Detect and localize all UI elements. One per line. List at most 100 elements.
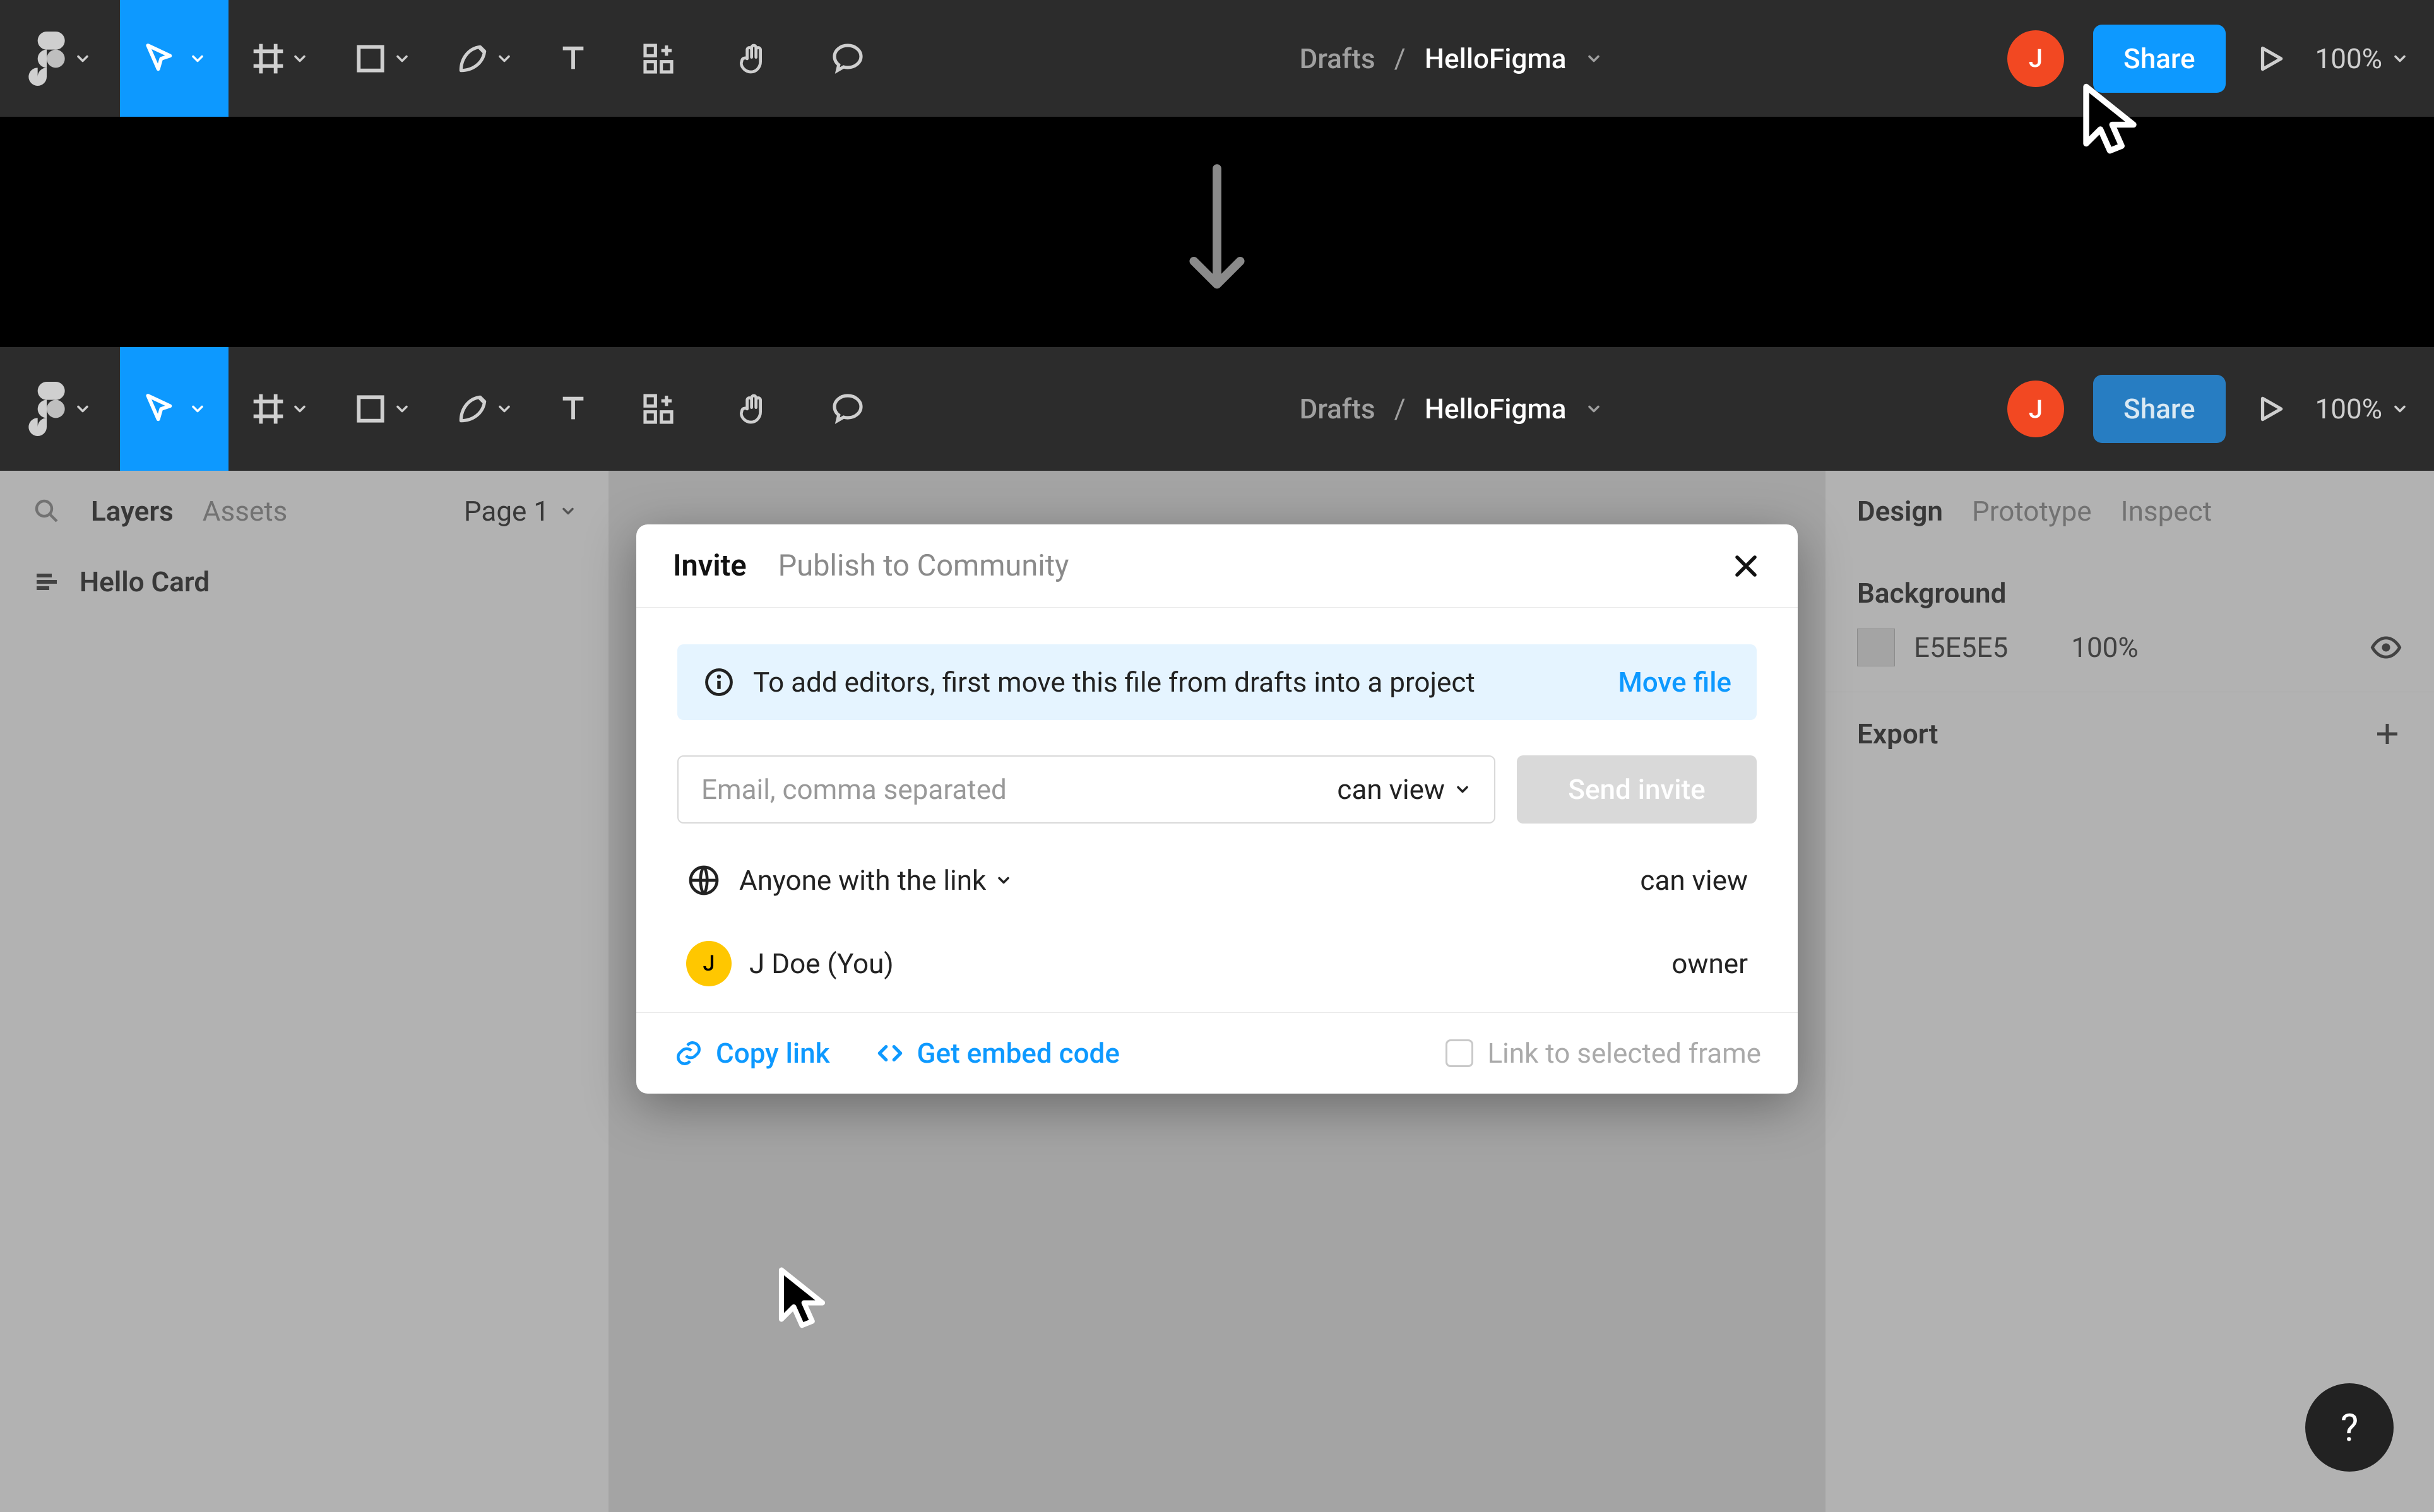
title-breadcrumb[interactable]: Drafts / HelloFigma — [895, 393, 2007, 425]
frame-tool-button[interactable] — [229, 0, 331, 117]
send-invite-button[interactable]: Send invite — [1517, 755, 1757, 824]
anyone-with-link-dropdown[interactable]: Anyone with the link — [739, 864, 1012, 897]
background-hex[interactable]: E5E5E5 — [1914, 631, 2008, 664]
main-menu-button[interactable] — [0, 347, 120, 471]
main-menu-button[interactable] — [0, 0, 120, 117]
shape-tool-button[interactable] — [331, 347, 433, 471]
comment-tool-icon — [830, 391, 865, 427]
invite-permission-dropdown[interactable]: can view — [1337, 773, 1471, 806]
rectangle-tool-icon — [353, 41, 388, 76]
right-panel: Design Prototype Inspect Background E5E5… — [1825, 471, 2434, 1512]
text-tool-button[interactable] — [535, 0, 611, 117]
hand-tool-button[interactable] — [706, 347, 800, 471]
layer-row[interactable]: Hello Card — [0, 552, 608, 612]
resources-button[interactable] — [611, 347, 706, 471]
breadcrumb-parent[interactable]: Drafts — [1300, 393, 1375, 425]
title-breadcrumb[interactable]: Drafts / HelloFigma — [895, 42, 2007, 75]
help-label: ? — [2341, 1405, 2358, 1450]
chevron-down-icon — [393, 400, 411, 418]
zoom-value: 100% — [2315, 42, 2382, 75]
move-tool-icon — [142, 41, 177, 76]
background-opacity[interactable]: 100% — [2071, 631, 2138, 664]
search-icon[interactable] — [32, 496, 62, 526]
modal-close-button[interactable] — [1731, 551, 1761, 581]
present-button[interactable] — [2255, 43, 2286, 74]
page-dropdown[interactable]: Page 1 — [464, 495, 577, 528]
user-avatar[interactable]: J — [2007, 381, 2064, 437]
layer-name: Hello Card — [80, 565, 210, 598]
tab-inspect[interactable]: Inspect — [2121, 495, 2212, 528]
frame-tool-button[interactable] — [229, 347, 331, 471]
email-placeholder: Email, comma separated — [701, 773, 1007, 806]
tab-prototype[interactable]: Prototype — [1972, 495, 2092, 528]
invite-email-input[interactable]: Email, comma separated can view — [677, 755, 1495, 824]
top-toolbar: Drafts / HelloFigma J Share 100% — [0, 0, 2434, 117]
background-section-title: Background — [1857, 577, 2402, 610]
left-panel: Layers Assets Page 1 Hello Card — [0, 471, 609, 1512]
owner-row: J J Doe (You) owner — [677, 937, 1757, 990]
chevron-down-icon — [291, 400, 309, 418]
get-embed-button[interactable]: Get embed code — [874, 1037, 1120, 1070]
chevron-down-icon[interactable] — [1585, 400, 1603, 418]
chevron-down-icon[interactable] — [1585, 50, 1603, 68]
chevron-down-icon — [74, 50, 92, 68]
zoom-dropdown[interactable]: 100% — [2315, 393, 2409, 425]
text-tool-icon — [555, 391, 591, 427]
breadcrumb-separator: / — [1394, 393, 1406, 425]
copy-link-button[interactable]: Copy link — [673, 1037, 830, 1070]
shape-tool-button[interactable] — [331, 0, 433, 117]
chevron-down-icon — [496, 400, 513, 418]
hand-tool-icon — [735, 41, 771, 76]
link-icon — [673, 1037, 704, 1069]
move-file-link[interactable]: Move file — [1618, 666, 1731, 699]
breadcrumb-filename[interactable]: HelloFigma — [1425, 393, 1567, 425]
move-tool-button[interactable] — [120, 347, 229, 471]
help-button[interactable]: ? — [2305, 1383, 2394, 1472]
modal-tab-invite[interactable]: Invite — [673, 548, 747, 583]
tab-layers[interactable]: Layers — [91, 495, 174, 528]
owner-role: owner — [1671, 947, 1748, 980]
export-section-title: Export — [1857, 718, 1938, 750]
link-to-frame-checkbox[interactable]: Link to selected frame — [1446, 1037, 1761, 1070]
invite-permission-value: can view — [1337, 773, 1445, 806]
breadcrumb-filename[interactable]: HelloFigma — [1425, 42, 1567, 75]
code-icon — [874, 1037, 906, 1069]
text-tool-button[interactable] — [535, 347, 611, 471]
share-button[interactable]: Share — [2093, 25, 2226, 93]
chevron-down-icon — [393, 50, 411, 68]
breadcrumb-separator: / — [1394, 42, 1406, 75]
link-permission-dropdown[interactable]: can view — [1640, 864, 1748, 897]
chevron-down-icon — [2391, 400, 2409, 418]
pen-tool-button[interactable] — [433, 347, 535, 471]
share-button[interactable]: Share — [2093, 375, 2226, 443]
modal-tab-publish[interactable]: Publish to Community — [778, 548, 1069, 583]
text-tool-icon — [555, 41, 591, 76]
anyone-with-link-label: Anyone with the link — [739, 864, 986, 897]
anyone-with-link-row: Anyone with the link can view — [677, 859, 1757, 902]
rectangle-tool-icon — [353, 391, 388, 427]
hand-tool-button[interactable] — [706, 0, 800, 117]
pen-tool-button[interactable] — [433, 0, 535, 117]
visibility-toggle-icon[interactable] — [2370, 631, 2402, 664]
comment-tool-button[interactable] — [800, 347, 895, 471]
present-button[interactable] — [2255, 393, 2286, 425]
tab-assets[interactable]: Assets — [203, 495, 288, 528]
globe-icon — [686, 863, 721, 898]
avatar-initial: J — [2029, 44, 2043, 73]
zoom-dropdown[interactable]: 100% — [2315, 42, 2409, 75]
move-tool-button[interactable] — [120, 0, 229, 117]
link-to-frame-label: Link to selected frame — [1487, 1037, 1761, 1070]
resources-icon — [641, 391, 676, 427]
share-button-label: Share — [2123, 42, 2195, 75]
move-tool-icon — [142, 391, 177, 427]
tab-design[interactable]: Design — [1857, 495, 1943, 528]
comment-tool-button[interactable] — [800, 0, 895, 117]
add-export-icon[interactable] — [2372, 719, 2402, 749]
breadcrumb-parent[interactable]: Drafts — [1300, 42, 1375, 75]
resources-button[interactable] — [611, 0, 706, 117]
chevron-down-icon — [291, 50, 309, 68]
chevron-down-icon — [74, 400, 92, 418]
zoom-value: 100% — [2315, 393, 2382, 425]
background-swatch[interactable] — [1857, 629, 1895, 666]
user-avatar[interactable]: J — [2007, 30, 2064, 87]
